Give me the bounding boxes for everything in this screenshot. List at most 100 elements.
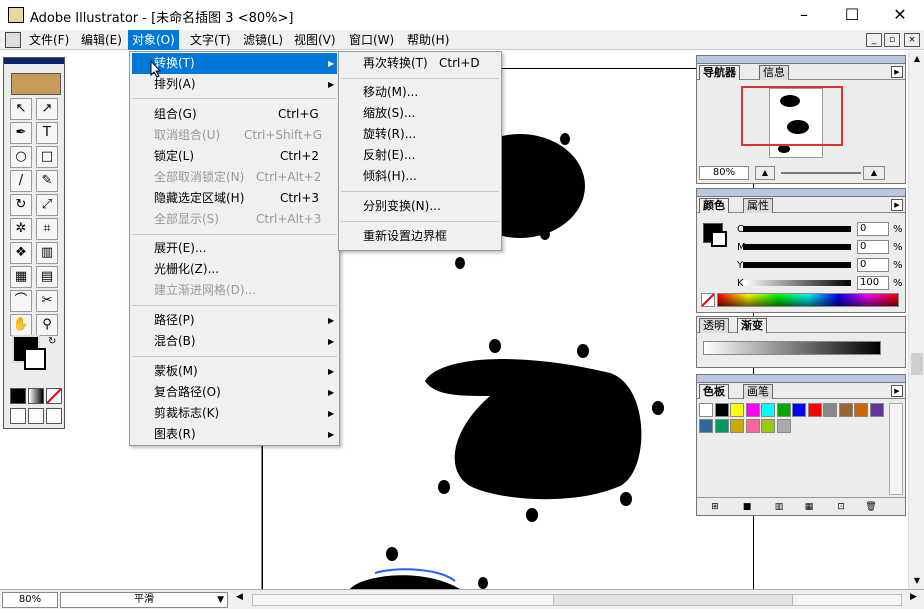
menu-item-rotate[interactable]: 旋转(R)...	[341, 124, 499, 145]
status-mode-field[interactable]: 平滑 ▼	[60, 592, 228, 608]
color-swatch[interactable]	[854, 403, 868, 417]
scroll-down-icon[interactable]: ▼	[909, 573, 924, 589]
channel-value-y[interactable]: 0	[857, 258, 889, 272]
menu-window[interactable]: 窗口(W)	[345, 30, 398, 50]
ellipse-tool-icon[interactable]: ○	[10, 146, 32, 168]
menu-filter[interactable]: 滤镜(L)	[239, 30, 287, 50]
menu-item-unlock-all[interactable]: 全部取消锁定(N) Ctrl+Alt+2	[132, 167, 337, 188]
menu-item-transform-each[interactable]: 分别变换(N)...	[341, 196, 499, 217]
menu-item-lock[interactable]: 锁定(L) Ctrl+2	[132, 146, 337, 167]
turtle-shape-bottom[interactable]	[350, 575, 460, 589]
turtle-shape-middle[interactable]	[425, 359, 642, 500]
menu-file[interactable]: 文件(F)	[25, 30, 73, 50]
zoom-out-icon[interactable]: ▲	[755, 166, 775, 180]
tab-info[interactable]: 信息	[759, 65, 789, 80]
zoom-field[interactable]: 80%	[2, 592, 58, 608]
menu-item-arrange[interactable]: 排列(A) ▶	[132, 74, 337, 95]
standard-screen-icon[interactable]	[10, 408, 26, 424]
scroll-right-icon[interactable]: ▶	[910, 592, 917, 602]
zoom-in-icon[interactable]: ▲	[863, 166, 885, 180]
doc-restore-button[interactable]: ▫	[884, 33, 900, 47]
channel-value-m[interactable]: 0	[857, 240, 889, 254]
swatch-scrollbar[interactable]	[889, 403, 903, 495]
color-swatch[interactable]	[776, 403, 791, 417]
app-icon[interactable]	[8, 7, 24, 23]
gradient-bar[interactable]	[703, 341, 881, 355]
navigator-view-box[interactable]	[741, 86, 843, 146]
color-swatch[interactable]	[869, 403, 884, 417]
none-color-icon[interactable]	[701, 293, 715, 307]
color-swatch[interactable]	[823, 403, 837, 417]
menu-item-reset-bounding-box[interactable]: 重新设置边界框	[341, 226, 499, 247]
tab-color[interactable]: 颜色	[699, 198, 729, 213]
minimize-button[interactable]: –	[786, 4, 822, 26]
tab-attributes[interactable]: 属性	[743, 198, 773, 213]
color-swatch[interactable]	[745, 403, 760, 417]
toolbox-grip[interactable]	[4, 58, 64, 64]
color-swatch[interactable]	[761, 419, 775, 433]
menu-item-blend[interactable]: 混合(B) ▶	[132, 331, 337, 352]
doc-minimize-button[interactable]: _	[866, 33, 882, 47]
doc-close-button[interactable]: ×	[904, 33, 920, 47]
color-swatch[interactable]	[776, 419, 791, 433]
menu-item-scale[interactable]: 缩放(S)...	[341, 103, 499, 124]
symbol-tool-icon[interactable]: ❖	[10, 242, 32, 264]
menu-item-path[interactable]: 路径(P) ▶	[132, 310, 337, 331]
panel-menu-icon[interactable]: ▶	[891, 199, 903, 211]
color-spectrum[interactable]	[717, 293, 899, 307]
show-pattern-icon[interactable]: ▦	[801, 501, 817, 513]
full-screen-menu-icon[interactable]	[28, 408, 44, 424]
show-gradient-icon[interactable]: ▥	[771, 501, 787, 513]
menu-item-expand[interactable]: 展开(E)...	[132, 238, 337, 259]
menu-item-hide-selection[interactable]: 隐藏选定区域(H) Ctrl+3	[132, 188, 337, 209]
rectangle-tool-icon[interactable]: □	[36, 146, 58, 168]
close-button[interactable]: ✕	[882, 4, 918, 26]
tab-transparency[interactable]: 透明	[699, 318, 729, 333]
rotate-tool-icon[interactable]: ↻	[10, 194, 32, 216]
color-swatch[interactable]	[838, 403, 853, 417]
menu-item-mask[interactable]: 蒙板(M) ▶	[132, 361, 337, 382]
color-swatch[interactable]	[745, 419, 760, 433]
brush-tool-icon[interactable]: /	[10, 170, 32, 192]
menu-item-gradient-mesh[interactable]: 建立渐进网格(D)...	[132, 280, 337, 301]
tab-navigator[interactable]: 导航器	[699, 65, 740, 80]
menu-item-graph[interactable]: 图表(R) ▶	[132, 424, 337, 445]
chevron-down-icon[interactable]: ▼	[217, 593, 224, 607]
scale-tool-icon[interactable]: ⤢	[36, 194, 58, 216]
color-swatch[interactable]	[699, 403, 713, 417]
zoom-slider[interactable]	[781, 172, 861, 174]
color-swatch[interactable]	[761, 403, 775, 417]
menu-item-transform[interactable]: 转换(T) ▶	[132, 53, 337, 74]
new-swatch-icon[interactable]: ⊡	[833, 501, 849, 513]
channel-slider-m[interactable]	[743, 244, 851, 250]
channel-value-k[interactable]: 100	[857, 276, 889, 290]
stroke-color-swatch[interactable]	[711, 231, 727, 247]
menu-edit[interactable]: 编辑(E)	[77, 30, 126, 50]
direct-selection-tool-icon[interactable]: ↗	[36, 98, 58, 120]
menu-type[interactable]: 文字(T)	[186, 30, 235, 50]
navigator-zoom-field[interactable]: 80%	[699, 166, 749, 180]
color-swatch[interactable]	[714, 419, 729, 433]
pen-tool-icon[interactable]: ✒	[10, 122, 32, 144]
menu-object[interactable]: 对象(O)	[128, 30, 179, 50]
menu-item-transform-again[interactable]: 再次转换(T) Ctrl+D	[341, 53, 499, 74]
panel-menu-icon[interactable]: ▶	[891, 385, 903, 397]
hand-tool-icon[interactable]: ✋	[10, 314, 32, 336]
vertical-scrollbar[interactable]: ▲ ▼	[908, 51, 924, 589]
scissors-tool-icon[interactable]: ✂	[36, 290, 58, 312]
none-mode-icon[interactable]	[46, 388, 62, 404]
pencil-tool-icon[interactable]: ✎	[36, 170, 58, 192]
zoom-tool-icon[interactable]: ⚲	[36, 314, 58, 336]
menu-item-compound-path[interactable]: 复合路径(O) ▶	[132, 382, 337, 403]
scroll-left-icon[interactable]: ◀	[236, 592, 243, 602]
document-icon[interactable]	[5, 32, 21, 48]
panel-grip[interactable]	[697, 56, 905, 64]
menu-item-reflect[interactable]: 反射(E)...	[341, 145, 499, 166]
color-swatch[interactable]	[730, 403, 744, 417]
gradient-tool-icon[interactable]: ▤	[36, 266, 58, 288]
selection-tool-icon[interactable]: ↖	[10, 98, 32, 120]
mesh-tool-icon[interactable]: ▦	[10, 266, 32, 288]
gradient-mode-icon[interactable]	[28, 388, 44, 404]
maximize-button[interactable]: ☐	[834, 4, 870, 26]
full-screen-icon[interactable]	[46, 408, 62, 424]
